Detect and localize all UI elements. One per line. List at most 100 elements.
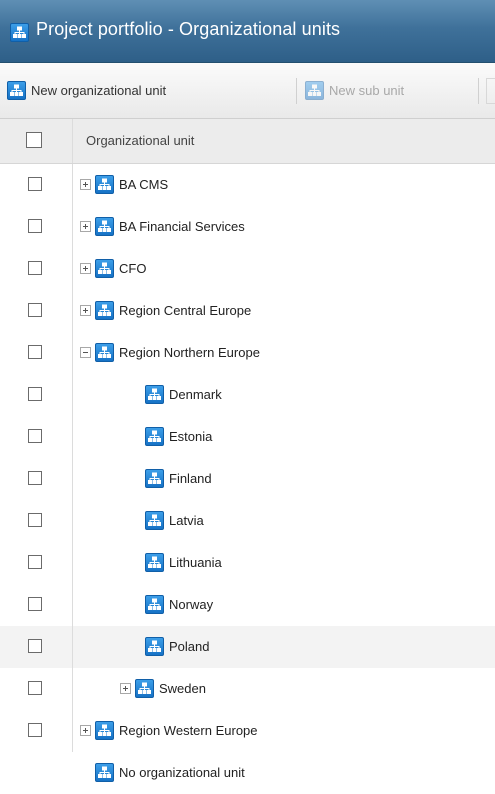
row-checkbox[interactable] <box>28 513 42 527</box>
expand-icon[interactable] <box>80 221 91 232</box>
tree-node: No organizational unit <box>95 763 245 782</box>
tree-node-label[interactable]: Latvia <box>169 513 204 528</box>
tree-row[interactable]: Estonia <box>0 416 495 458</box>
window-title: Project portfolio - Organizational units <box>36 19 341 39</box>
row-checkbox-cell <box>0 626 73 668</box>
tree-node: CFO <box>80 259 146 278</box>
org-chart-icon <box>135 679 154 698</box>
tree-row[interactable]: Region Northern Europe <box>0 332 495 374</box>
tree-row[interactable]: Poland <box>0 626 495 668</box>
tree-row[interactable]: Norway <box>0 584 495 626</box>
tree-node-label[interactable]: BA Financial Services <box>119 219 245 234</box>
tree-node: Latvia <box>145 511 204 530</box>
org-chart-icon <box>95 175 114 194</box>
tree-node: Norway <box>145 595 213 614</box>
toolbar: New organizational unit New sub unit <box>0 63 495 119</box>
row-checkbox[interactable] <box>28 597 42 611</box>
tree-node: BA Financial Services <box>80 217 245 236</box>
tree-node: Poland <box>145 637 209 656</box>
tree-node-label[interactable]: No organizational unit <box>119 765 245 780</box>
row-checkbox-cell <box>0 500 73 542</box>
row-checkbox[interactable] <box>28 345 42 359</box>
row-checkbox-cell <box>0 710 73 752</box>
tree-row[interactable]: Lithuania <box>0 542 495 584</box>
tree-node-label[interactable]: Estonia <box>169 429 212 444</box>
row-checkbox[interactable] <box>28 723 42 737</box>
tree-node: Finland <box>145 469 212 488</box>
tree-row[interactable]: Denmark <box>0 374 495 416</box>
row-checkbox[interactable] <box>28 303 42 317</box>
org-chart-icon <box>95 343 114 362</box>
row-checkbox-cell <box>0 206 73 248</box>
tree-node-label[interactable]: BA CMS <box>119 177 168 192</box>
row-checkbox-cell <box>0 584 73 626</box>
new-organizational-unit-label: New organizational unit <box>31 82 167 98</box>
row-checkbox[interactable] <box>28 219 42 233</box>
row-checkbox[interactable] <box>28 429 42 443</box>
expand-icon[interactable] <box>80 263 91 274</box>
row-checkbox[interactable] <box>28 639 42 653</box>
row-checkbox[interactable] <box>28 177 42 191</box>
tree-row[interactable]: Region Central Europe <box>0 290 495 332</box>
tree-node-label[interactable]: Region Western Europe <box>119 723 258 738</box>
org-unit-grid: Organizational unit BA CMS BA Financial S… <box>0 119 495 794</box>
tree-row[interactable]: BA CMS <box>0 164 495 206</box>
tree-node-label[interactable]: Norway <box>169 597 213 612</box>
org-chart-icon <box>95 301 114 320</box>
tree-node-label[interactable]: CFO <box>119 261 146 276</box>
tree-node: Region Western Europe <box>80 721 258 740</box>
org-chart-icon <box>145 553 164 572</box>
row-checkbox[interactable] <box>28 471 42 485</box>
overflow-button-icon[interactable] <box>486 78 495 104</box>
new-organizational-unit-button[interactable]: New organizational unit <box>7 79 166 101</box>
org-chart-icon <box>95 763 114 782</box>
tree-node: Lithuania <box>145 553 222 572</box>
org-chart-icon <box>10 23 29 42</box>
collapse-icon[interactable] <box>80 347 91 358</box>
select-all-checkbox[interactable] <box>26 132 42 148</box>
org-chart-icon <box>145 511 164 530</box>
org-chart-icon <box>145 637 164 656</box>
org-chart-icon <box>95 217 114 236</box>
tree-node-label[interactable]: Poland <box>169 639 209 654</box>
expand-icon[interactable] <box>80 179 91 190</box>
toolbar-separator <box>478 78 479 104</box>
org-chart-icon <box>145 595 164 614</box>
expand-icon[interactable] <box>120 683 131 694</box>
row-checkbox-cell <box>0 332 73 374</box>
tree-node-label[interactable]: Lithuania <box>169 555 222 570</box>
org-chart-icon <box>145 469 164 488</box>
new-sub-unit-label: New sub unit <box>329 82 405 98</box>
column-header-organizational-unit[interactable]: Organizational unit <box>86 133 194 148</box>
tree-row[interactable]: Latvia <box>0 500 495 542</box>
row-checkbox[interactable] <box>28 261 42 275</box>
window-titlebar: Project portfolio - Organizational units <box>0 0 495 63</box>
row-checkbox[interactable] <box>28 681 42 695</box>
tree-row[interactable]: Region Western Europe <box>0 710 495 752</box>
row-checkbox[interactable] <box>28 387 42 401</box>
tree-node-label[interactable]: Region Northern Europe <box>119 345 260 360</box>
expand-icon[interactable] <box>80 305 91 316</box>
tree-node: Estonia <box>145 427 212 446</box>
new-sub-unit-button[interactable]: New sub unit <box>305 79 404 101</box>
row-checkbox-cell <box>0 164 73 206</box>
tree-node: Region Central Europe <box>80 301 251 320</box>
tree-node: BA CMS <box>80 175 168 194</box>
row-checkbox[interactable] <box>28 555 42 569</box>
tree-node-label[interactable]: Denmark <box>169 387 222 402</box>
tree-node-label[interactable]: Finland <box>169 471 212 486</box>
expand-icon[interactable] <box>80 725 91 736</box>
tree-row[interactable]: No organizational unit <box>0 752 495 794</box>
tree-row[interactable]: BA Financial Services <box>0 206 495 248</box>
grid-body: BA CMS BA Financial Services CFO Region Cen… <box>0 164 495 794</box>
row-checkbox-cell <box>0 458 73 500</box>
tree-row[interactable]: Sweden <box>0 668 495 710</box>
tree-node-label[interactable]: Sweden <box>159 681 206 696</box>
org-chart-icon <box>95 259 114 278</box>
row-checkbox-cell <box>0 374 73 416</box>
tree-node-label[interactable]: Region Central Europe <box>119 303 251 318</box>
tree-row[interactable]: Finland <box>0 458 495 500</box>
tree-row[interactable]: CFO <box>0 248 495 290</box>
org-chart-icon <box>145 385 164 404</box>
org-chart-icon <box>145 427 164 446</box>
